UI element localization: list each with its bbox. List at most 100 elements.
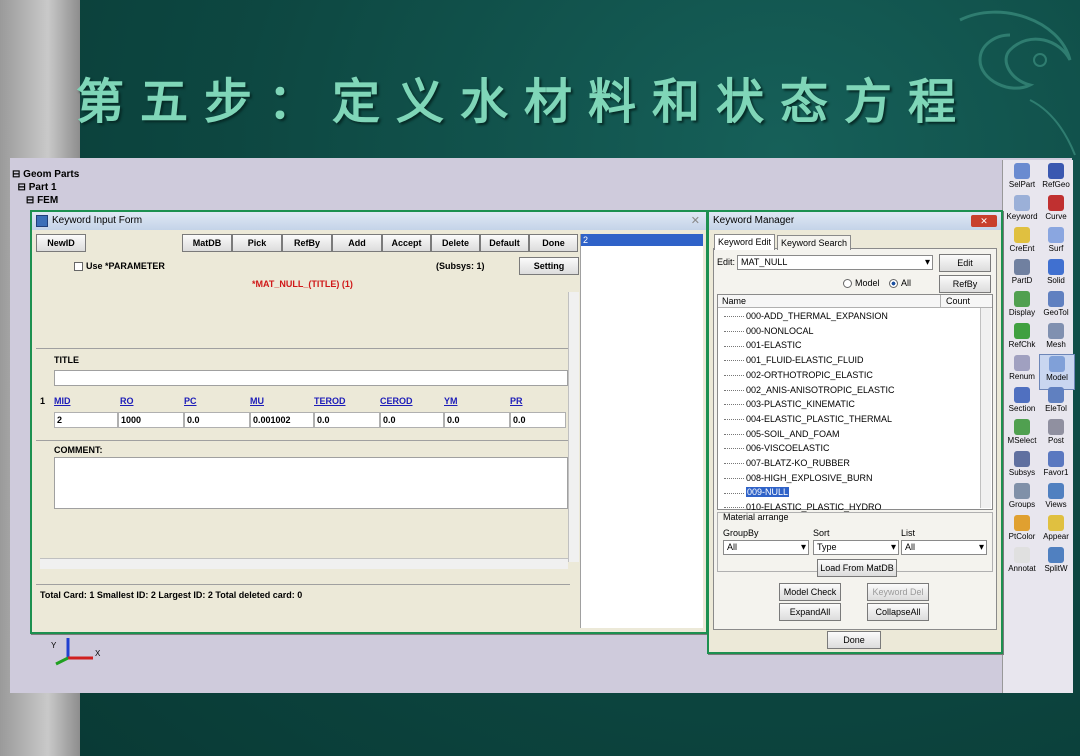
list-select[interactable]: All (901, 540, 987, 555)
form-horizontal-scrollbar[interactable] (40, 558, 568, 569)
tool-solid[interactable]: Solid (1039, 258, 1073, 292)
close-icon[interactable]: ✕ (691, 212, 700, 230)
cell-mu[interactable]: 0.001002 (250, 412, 314, 428)
tool-post[interactable]: Post (1039, 418, 1073, 452)
list-item[interactable]: 004-ELASTIC_PLASTIC_THERMAL (724, 412, 892, 427)
edit-keyword-combo[interactable]: MAT_NULL (737, 255, 933, 270)
edit-button[interactable]: Edit (939, 254, 991, 272)
list-item[interactable]: 007-BLATZ-KO_RUBBER (724, 456, 850, 471)
tool-section[interactable]: Section (1005, 386, 1039, 420)
groupby-select[interactable]: All (723, 540, 809, 555)
tool-geotol[interactable]: GeoTol (1039, 290, 1073, 324)
tool-model[interactable]: Model (1039, 354, 1075, 390)
tool-surf[interactable]: Surf (1039, 226, 1073, 260)
delete-button[interactable]: Delete (431, 234, 480, 252)
tool-views[interactable]: Views (1039, 482, 1073, 516)
model-check-button[interactable]: Model Check (779, 583, 841, 601)
column-header-pr[interactable]: PR (510, 396, 523, 406)
list-item[interactable]: 001-ELASTIC (724, 338, 802, 353)
keyword-del-button[interactable]: Keyword Del (867, 583, 929, 601)
cell-terod[interactable]: 0.0 (314, 412, 380, 428)
column-header-terod[interactable]: TEROD (314, 396, 346, 406)
column-header-ym[interactable]: YM (444, 396, 458, 406)
column-header-pc[interactable]: PC (184, 396, 197, 406)
list-item-label: 001_FLUID-ELASTIC_FLUID (746, 355, 864, 366)
list-item[interactable]: 001_FLUID-ELASTIC_FLUID (724, 353, 864, 368)
tab-keyword-search[interactable]: Keyword Search (777, 235, 852, 250)
use-parameter-checkbox[interactable] (74, 262, 83, 271)
list-item[interactable]: 002-ORTHOTROPIC_ELASTIC (724, 368, 873, 383)
tool-mselect[interactable]: MSelect (1005, 418, 1039, 452)
radio-all[interactable]: All (889, 278, 911, 289)
radio-all-indicator[interactable] (889, 279, 898, 289)
tool-annotat[interactable]: Annotat (1005, 546, 1039, 580)
sort-select[interactable]: Type (813, 540, 899, 555)
cell-ym[interactable]: 0.0 (444, 412, 510, 428)
list-item[interactable]: 009-NULL (724, 485, 790, 500)
tool-eletol[interactable]: EleTol (1039, 386, 1073, 420)
tool-partd[interactable]: PartD (1005, 258, 1039, 292)
collapse-all-button[interactable]: CollapseAll (867, 603, 929, 621)
list-item[interactable]: 000-NONLOCAL (724, 324, 814, 339)
refby-button[interactable]: RefBy (282, 234, 332, 252)
cell-cerod[interactable]: 0.0 (380, 412, 444, 428)
list-item[interactable]: 002_ANIS-ANISOTROPIC_ELASTIC (724, 383, 895, 398)
add-button[interactable]: Add (332, 234, 382, 252)
list-item[interactable]: 003-PLASTIC_KINEMATIC (724, 397, 855, 412)
tool-subsys[interactable]: Subsys (1005, 450, 1039, 484)
tool-groups[interactable]: Groups (1005, 482, 1039, 516)
done-button[interactable]: Done (529, 234, 578, 252)
tool-refgeo[interactable]: RefGeo (1039, 162, 1073, 196)
column-header-name[interactable]: Name (722, 296, 746, 306)
tool-mesh[interactable]: Mesh (1039, 322, 1073, 356)
setting-button[interactable]: Setting (519, 257, 579, 275)
tool-keyword[interactable]: Keyword (1005, 194, 1039, 228)
newid-button[interactable]: NewID (36, 234, 86, 252)
tab-keyword-edit[interactable]: Keyword Edit (714, 234, 776, 250)
matdb-button[interactable]: MatDB (182, 234, 232, 252)
cell-mid[interactable]: 2 (54, 412, 118, 428)
column-header-count[interactable]: Count (946, 296, 970, 306)
tool-display[interactable]: Display (1005, 290, 1039, 324)
tool-renum[interactable]: Renum (1005, 354, 1039, 388)
list-item[interactable]: 008-HIGH_EXPLOSIVE_BURN (724, 471, 873, 486)
cell-ro[interactable]: 1000 (118, 412, 184, 428)
column-header-mid[interactable]: MID (54, 396, 71, 406)
cell-pc[interactable]: 0.0 (184, 412, 250, 428)
accept-button[interactable]: Accept (382, 234, 431, 252)
radio-model[interactable]: Model (843, 278, 880, 289)
column-header-mu[interactable]: MU (250, 396, 264, 406)
tree-item-part[interactable]: ⊟ Part 1 (12, 181, 79, 194)
id-list-item[interactable]: 2 (581, 234, 703, 246)
list-item[interactable]: 006-VISCOELASTIC (724, 441, 830, 456)
column-header-ro[interactable]: RO (120, 396, 134, 406)
cell-pr[interactable]: 0.0 (510, 412, 566, 428)
tool-appear[interactable]: Appear (1039, 514, 1073, 548)
list-item[interactable]: 005-SOIL_AND_FOAM (724, 427, 840, 442)
tree-item-geom-parts[interactable]: ⊟ Geom Parts (12, 168, 79, 181)
expand-all-button[interactable]: ExpandAll (779, 603, 841, 621)
refby-button[interactable]: RefBy (939, 275, 991, 293)
tool-creent[interactable]: CreEnt (1005, 226, 1039, 260)
radio-model-indicator[interactable] (843, 279, 852, 289)
list-vertical-scrollbar[interactable] (980, 308, 991, 508)
default-button[interactable]: Default (480, 234, 529, 252)
tool-ptcolor[interactable]: PtColor (1005, 514, 1039, 548)
load-from-matdb-button[interactable]: Load From MatDB (817, 559, 897, 577)
list-item[interactable]: 000-ADD_THERMAL_EXPANSION (724, 309, 888, 324)
tool-curve[interactable]: Curve (1039, 194, 1073, 228)
column-header-cerod[interactable]: CEROD (380, 396, 413, 406)
comment-textarea[interactable] (54, 457, 568, 509)
done-button[interactable]: Done (827, 631, 881, 649)
close-icon[interactable]: ✕ (971, 215, 997, 227)
tool-refchk[interactable]: RefChk (1005, 322, 1039, 356)
tool-label: Mesh (1046, 340, 1066, 349)
title-input[interactable] (54, 370, 568, 386)
material-list: Name Count 000-ADD_THERMAL_EXPANSION 000-… (717, 294, 993, 512)
form-vertical-scrollbar[interactable] (568, 292, 579, 562)
tool-selpart[interactable]: SelPart (1005, 162, 1039, 196)
tree-item-fem[interactable]: ⊟ FEM (12, 194, 79, 207)
tool-favor1[interactable]: Favor1 (1039, 450, 1073, 484)
pick-button[interactable]: Pick (232, 234, 282, 252)
tool-splitw[interactable]: SplitW (1039, 546, 1073, 580)
